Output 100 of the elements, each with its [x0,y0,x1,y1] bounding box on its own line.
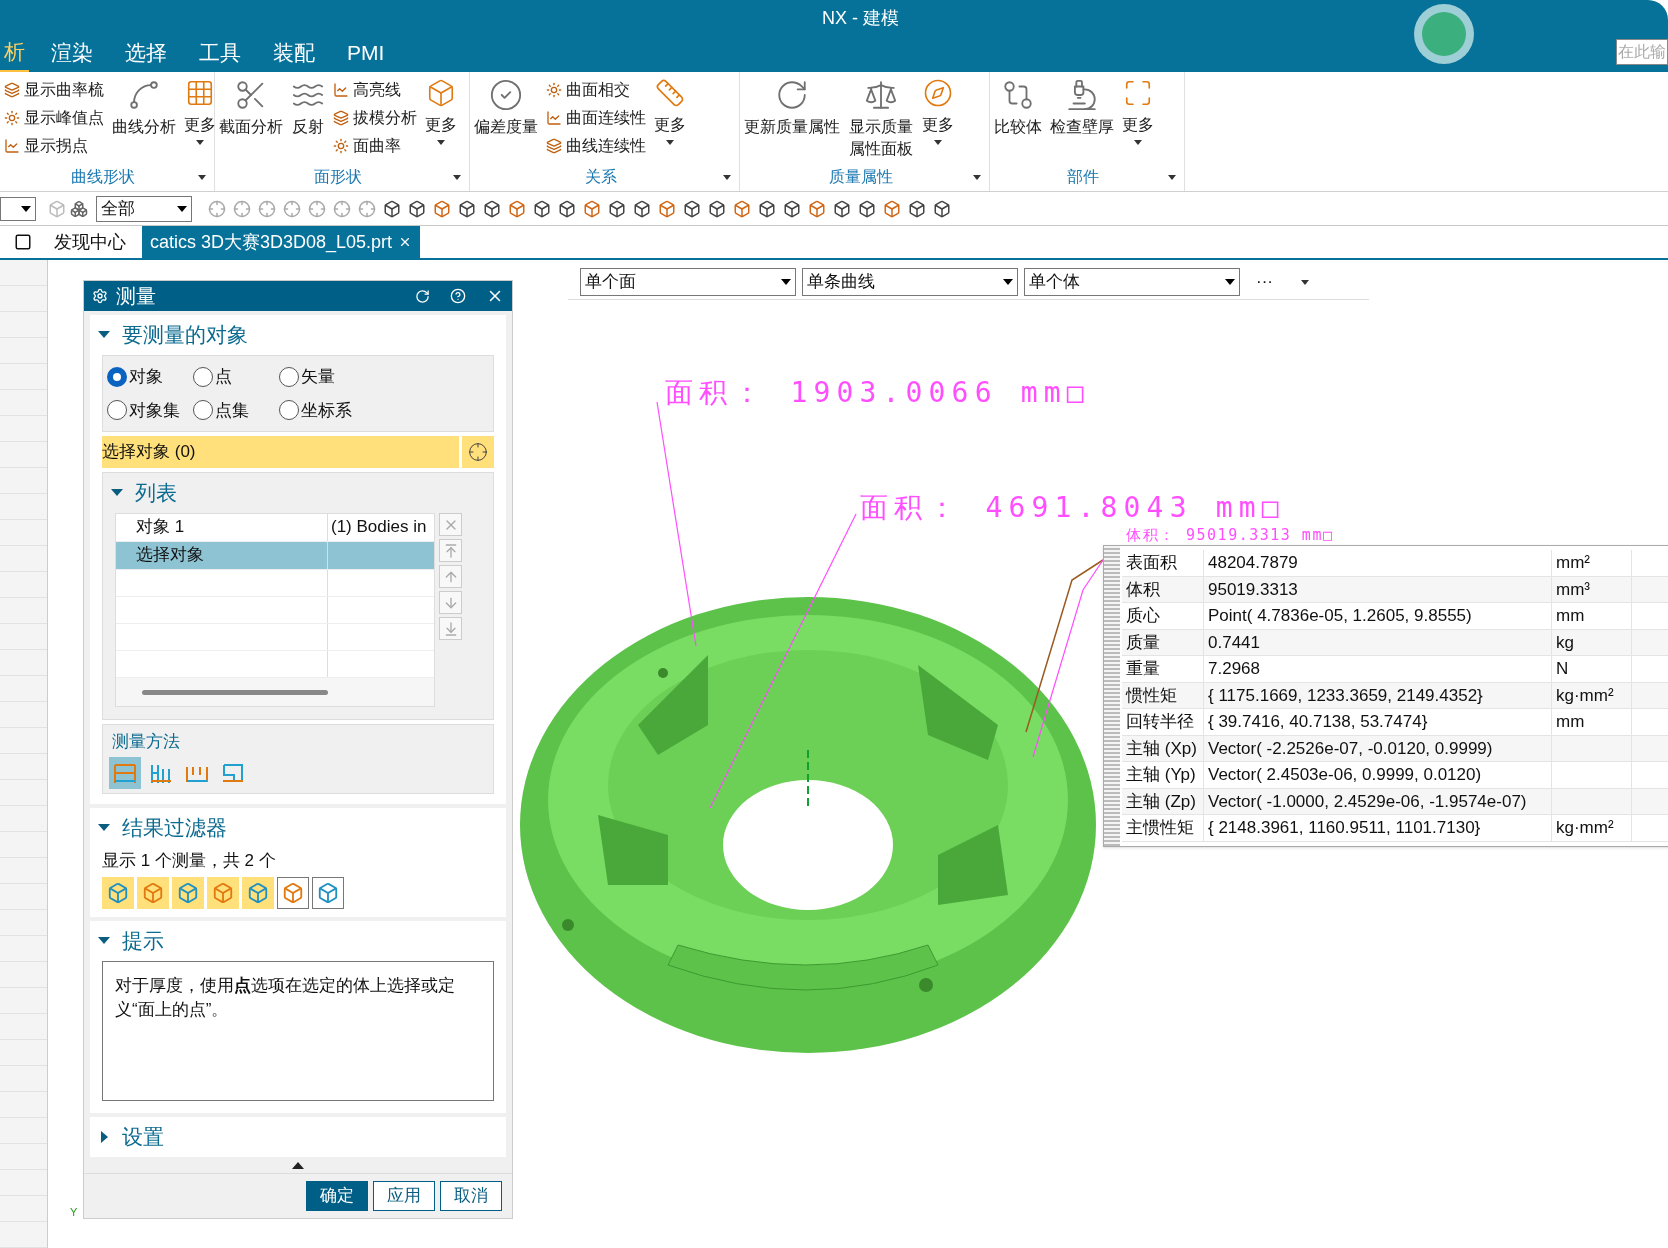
filter-toggle-icon[interactable] [312,877,344,909]
expand-icon[interactable] [98,1131,110,1143]
ribbon-button[interactable]: 检查壁厚 [1050,76,1114,138]
caret-icon[interactable] [198,174,206,180]
axis-label: Y [70,1205,78,1220]
cube-icon[interactable] [558,199,576,218]
dialog-button[interactable]: 取消 [440,1181,502,1211]
more-options-button[interactable]: ··· [1256,269,1273,295]
ribbon-small-button[interactable]: 显示拐点 [4,134,104,158]
cube-icon[interactable] [833,199,851,218]
filter-icon[interactable] [70,199,88,218]
ribbon-small-button[interactable]: 曲面连续性 [546,106,646,130]
property-label: 回转半径 [1122,709,1204,735]
ribbon-button[interactable]: 更新质量属性 [744,76,840,138]
ribbon-button[interactable]: 曲线分析 [112,76,176,138]
caret-icon[interactable] [1301,279,1309,285]
ribbon-small-button[interactable]: 显示峰值点 [4,106,104,130]
cube-icon[interactable] [683,199,701,218]
select-button[interactable] [462,436,494,468]
cube-icon[interactable] [383,199,401,218]
property-value: 95019.3313 [1204,576,1552,602]
property-value: Vector( -2.2526e-07, -0.0120, 0.9999) [1204,735,1552,761]
filter-toggle-icon[interactable] [102,877,134,909]
filter-toggle-icon[interactable] [277,877,309,909]
cube-icon[interactable] [758,199,776,218]
selection-filter-dropdown[interactable]: 单个体 [1024,268,1240,296]
ribbon-button[interactable]: 反射 [291,76,325,138]
measure-method-icon[interactable] [109,756,141,789]
radio-button[interactable] [193,400,213,421]
radio-button[interactable] [107,366,127,387]
radio-button[interactable] [279,366,299,387]
cube-icon[interactable] [408,199,426,218]
dialog-button[interactable]: 确定 [306,1181,368,1211]
tool-icon [546,82,562,98]
grip-handle[interactable] [1104,546,1120,846]
filter-toggle-icon[interactable] [207,877,239,909]
dropdown[interactable] [0,196,36,221]
caret-icon [781,279,791,285]
caret-icon[interactable] [453,174,461,180]
filter-toggle-icon[interactable] [242,877,274,909]
ribbon-small-button[interactable]: 曲线连续性 [546,134,646,158]
selection-filter-dropdown[interactable]: 单个面 [580,268,796,296]
window-icon[interactable] [14,233,32,251]
annotation-text: 面积： 4691.8043 mm□ [860,493,1285,523]
weight-icon [863,78,898,112]
more-button[interactable]: 更多 [184,76,216,145]
scrollbar[interactable] [142,689,328,695]
collapse-arrow-icon[interactable] [292,1161,304,1169]
reset-icon[interactable] [415,288,430,304]
cube-icon[interactable] [708,199,726,218]
ribbon-small-button[interactable]: 拔模分析 [333,106,417,130]
ribbon-small-button[interactable]: 面曲率 [333,134,417,158]
cube-icon[interactable] [783,199,801,218]
more-button[interactable]: 更多 [921,76,954,145]
menu-tab[interactable]: 装配 [263,34,325,72]
caret-icon[interactable] [1168,174,1176,180]
ribbon-button[interactable]: 截面分析 [219,76,283,138]
settings-icon[interactable] [92,288,108,304]
radio-button[interactable] [193,366,213,387]
ribbon-small-button[interactable]: 高亮线 [333,78,417,102]
command-search-field[interactable]: 在此输 [1616,39,1668,65]
dialog-button[interactable]: 应用 [373,1181,435,1211]
radio-button[interactable] [279,400,299,421]
cube-icon[interactable] [908,199,926,218]
menu-tab[interactable]: PMI [337,34,395,72]
filter-toggle-icon[interactable] [137,877,169,909]
ribbon-button[interactable]: 偏差度量 [474,76,538,138]
ribbon-small-button[interactable]: 曲面相交 [546,78,646,102]
document-tab[interactable]: 发现中心 [46,226,134,258]
cube-icon[interactable] [608,199,626,218]
list-row[interactable]: 对象 1 (1) Bodies in [116,514,434,542]
list-row[interactable]: 选择对象 [116,542,434,570]
cube-icon[interactable] [858,199,876,218]
cube-icon[interactable] [483,199,501,218]
type-filter-dropdown[interactable]: 全部 [96,195,192,222]
cube-icon[interactable] [458,199,476,218]
ribbon-button[interactable]: 比较体 [994,76,1042,138]
more-button[interactable]: 更多 [1122,76,1154,145]
ribbon-group-label: 曲线形状 [70,167,136,187]
document-tab[interactable]: catics 3D大赛3D3D08_L05.prt [142,226,421,258]
cube-icon[interactable] [933,199,951,218]
ribbon-button[interactable]: 显示质量属性面板 [848,76,914,160]
menu-tab[interactable]: 选择 [115,34,177,72]
property-label: 惯性矩 [1122,682,1204,708]
selection-filter-dropdown[interactable]: 单条曲线 [802,268,1018,296]
caret-icon[interactable] [973,174,981,180]
more-button[interactable]: 更多 [654,76,686,145]
filter-toggle-icon[interactable] [172,877,204,909]
radio-button[interactable] [107,400,127,421]
property-unit: mm [1556,605,1585,627]
menu-tab[interactable]: 渲染 [41,34,103,72]
menu-tab[interactable]: 工具 [189,34,251,72]
cube-icon[interactable] [533,199,551,218]
caret-icon[interactable] [723,174,731,180]
help-icon[interactable] [450,288,466,304]
select-object-field[interactable]: 选择对象 (0) [102,436,459,468]
ribbon-small-button[interactable]: 显示曲率梳 [4,78,104,102]
more-button[interactable]: 更多 [425,76,457,145]
cube-icon[interactable] [633,199,651,218]
radio-label: 对象集 [129,399,180,422]
